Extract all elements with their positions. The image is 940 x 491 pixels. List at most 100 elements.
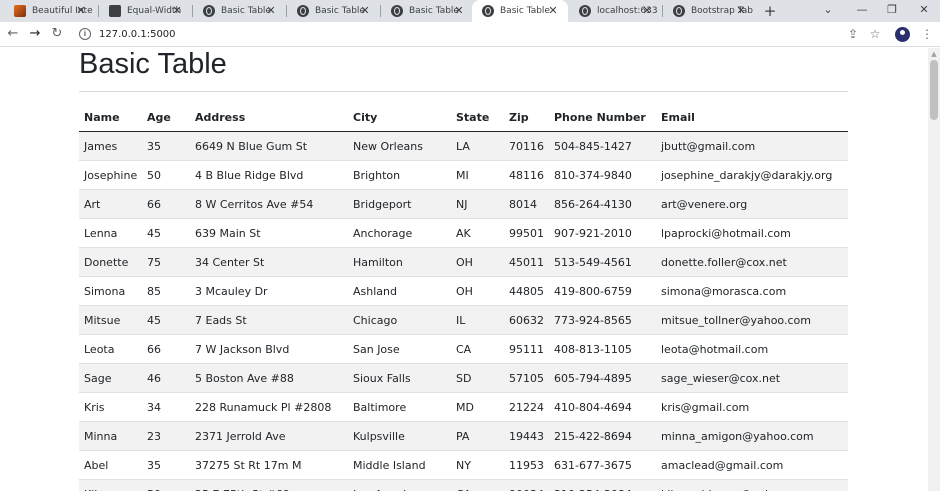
address-bar[interactable]: i 127.0.0.1:5000 bbox=[71, 24, 916, 44]
close-window-icon[interactable]: ✕ bbox=[910, 0, 938, 22]
column-header-city: City bbox=[348, 104, 451, 132]
cell-age: 75 bbox=[142, 247, 190, 277]
cell-address: 228 Runamuck Pl #2808 bbox=[190, 392, 348, 422]
cell-zip: 90034 bbox=[504, 479, 549, 491]
cell-zip: 95111 bbox=[504, 334, 549, 364]
table-row: Mitsue 45 7 Eads St Chicago IL 60632 773-924-8… bbox=[79, 305, 848, 335]
table-row: Simona 85 3 Mcauley Dr Ashland OH 44805 419-80… bbox=[79, 276, 848, 306]
cell-name: Simona bbox=[79, 276, 142, 306]
cell-age: 50 bbox=[142, 479, 190, 491]
scroll-up-arrow-icon[interactable]: ▲ bbox=[928, 50, 940, 58]
cell-zip: 48116 bbox=[504, 160, 549, 190]
cell-name: Josephine bbox=[79, 160, 142, 190]
cell-zip: 21224 bbox=[504, 392, 549, 422]
browser-tab[interactable]: Equal-Width ✕ bbox=[99, 0, 192, 22]
cell-city: Hamilton bbox=[348, 247, 451, 277]
cell-name: Donette bbox=[79, 247, 142, 277]
close-icon[interactable]: ✕ bbox=[74, 4, 88, 18]
cell-age: 85 bbox=[142, 276, 190, 306]
profile-avatar[interactable] bbox=[895, 27, 910, 42]
cell-email: mitsue_tollner@yahoo.com bbox=[656, 305, 848, 335]
browser-toolbar: ← → ↻ i 127.0.0.1:5000 ⇪ ☆ ⋮ bbox=[0, 22, 940, 47]
cell-name: Kiley bbox=[79, 479, 142, 491]
table-row: Minna 23 2371 Jerrold Ave Kulpsville PA 19443… bbox=[79, 421, 848, 451]
reload-icon[interactable]: ↻ bbox=[48, 25, 66, 43]
cell-address: 8 W Cerritos Ave #54 bbox=[190, 189, 348, 219]
cell-phone: 605-794-4895 bbox=[549, 363, 656, 393]
column-header-email: Email bbox=[656, 104, 848, 132]
close-icon[interactable]: ✕ bbox=[358, 4, 372, 18]
close-icon[interactable]: ✕ bbox=[546, 4, 560, 18]
site-info-icon[interactable]: i bbox=[79, 28, 91, 40]
close-icon[interactable]: ✕ bbox=[170, 4, 184, 18]
cell-phone: 215-422-8694 bbox=[549, 421, 656, 451]
table-row: Josephine 50 4 B Blue Ridge Blvd Brighton MI… bbox=[79, 160, 848, 190]
globe-icon bbox=[673, 5, 685, 17]
minimize-icon[interactable]: — bbox=[848, 0, 876, 22]
cell-phone: 810-374-9840 bbox=[549, 160, 656, 190]
cell-zip: 19443 bbox=[504, 421, 549, 451]
browser-tab-active[interactable]: Basic Table ✕ bbox=[472, 0, 568, 22]
browser-tab[interactable]: Beautiful Inte ✕ bbox=[4, 0, 96, 22]
close-icon[interactable]: ✕ bbox=[734, 4, 748, 18]
bookmark-star-icon[interactable]: ☆ bbox=[866, 25, 884, 43]
cell-city: Los Angeles bbox=[348, 479, 451, 491]
back-arrow-icon[interactable]: ← bbox=[4, 25, 22, 43]
cell-address: 37275 St Rt 17m M bbox=[190, 450, 348, 480]
browser-tab[interactable]: localhost:633 ✕ bbox=[569, 0, 662, 22]
cell-city: Brighton bbox=[348, 160, 451, 190]
browser-tab[interactable]: Bootstrap Tab ✕ bbox=[663, 0, 756, 22]
cell-email: kiley.caldarera@aol.com bbox=[656, 479, 848, 491]
browser-tab[interactable]: Basic Table ✕ bbox=[381, 0, 474, 22]
cell-address: 4 B Blue Ridge Blvd bbox=[190, 160, 348, 190]
menu-kebab-icon[interactable]: ⋮ bbox=[918, 25, 936, 43]
cell-name: Art bbox=[79, 189, 142, 219]
table-row: Lenna 45 639 Main St Anchorage AK 99501 907-92… bbox=[79, 218, 848, 248]
close-icon[interactable]: ✕ bbox=[452, 4, 466, 18]
table-row: Kris 34 228 Runamuck Pl #2808 Baltimore MD 21… bbox=[79, 392, 848, 422]
cell-age: 45 bbox=[142, 305, 190, 335]
browser-tab[interactable]: Basic Table ✕ bbox=[287, 0, 380, 22]
share-icon[interactable]: ⇪ bbox=[844, 25, 862, 43]
page-viewport: Basic Table Name Age Address City State … bbox=[0, 48, 928, 491]
cell-address: 3 Mcauley Dr bbox=[190, 276, 348, 306]
cell-name: James bbox=[79, 131, 142, 161]
globe-icon bbox=[482, 5, 494, 17]
cell-age: 66 bbox=[142, 189, 190, 219]
cell-email: leota@hotmail.com bbox=[656, 334, 848, 364]
table-row: Donette 75 34 Center St Hamilton OH 45011 513-… bbox=[79, 247, 848, 277]
cell-email: donette.foller@cox.net bbox=[656, 247, 848, 277]
close-icon[interactable]: ✕ bbox=[640, 4, 654, 18]
cell-state: LA bbox=[451, 131, 504, 161]
url-text[interactable]: 127.0.0.1:5000 bbox=[99, 29, 176, 40]
image-favicon-icon bbox=[14, 5, 26, 17]
cell-address: 639 Main St bbox=[190, 218, 348, 248]
cell-address: 25 E 75th St #69 bbox=[190, 479, 348, 491]
cell-phone: 907-921-2010 bbox=[549, 218, 656, 248]
cell-name: Abel bbox=[79, 450, 142, 480]
forward-arrow-icon[interactable]: → bbox=[26, 25, 44, 43]
cell-email: jbutt@gmail.com bbox=[656, 131, 848, 161]
table-row: Art 66 8 W Cerritos Ave #54 Bridgeport NJ 801… bbox=[79, 189, 848, 219]
cell-phone: 410-804-4694 bbox=[549, 392, 656, 422]
cell-zip: 44805 bbox=[504, 276, 549, 306]
cell-name: Minna bbox=[79, 421, 142, 451]
tab-search-chevron-icon[interactable]: ⌄ bbox=[814, 0, 842, 22]
scrollbar-thumb[interactable] bbox=[930, 60, 938, 120]
table-header-row: Name Age Address City State Zip Phone Nu… bbox=[79, 104, 848, 132]
browser-tab[interactable]: Basic Table ✕ bbox=[193, 0, 286, 22]
cell-phone: 631-677-3675 bbox=[549, 450, 656, 480]
vertical-scrollbar[interactable]: ▲ bbox=[928, 48, 940, 491]
column-header-age: Age bbox=[142, 104, 190, 132]
new-tab-plus-icon[interactable]: + bbox=[761, 2, 779, 20]
cell-city: Middle Island bbox=[348, 450, 451, 480]
maximize-icon[interactable]: ❐ bbox=[878, 0, 906, 22]
table-row: Kiley5025 E 75th St #69Los AngelesCA9003… bbox=[79, 479, 848, 491]
cell-zip: 99501 bbox=[504, 218, 549, 248]
cell-email: lpaprocki@hotmail.com bbox=[656, 218, 848, 248]
cell-city: Baltimore bbox=[348, 392, 451, 422]
cell-email: amaclead@gmail.com bbox=[656, 450, 848, 480]
close-icon[interactable]: ✕ bbox=[264, 4, 278, 18]
cell-phone: 856-264-4130 bbox=[549, 189, 656, 219]
table-row: Abel 35 37275 St Rt 17m M Middle Island NY 11… bbox=[79, 450, 848, 480]
